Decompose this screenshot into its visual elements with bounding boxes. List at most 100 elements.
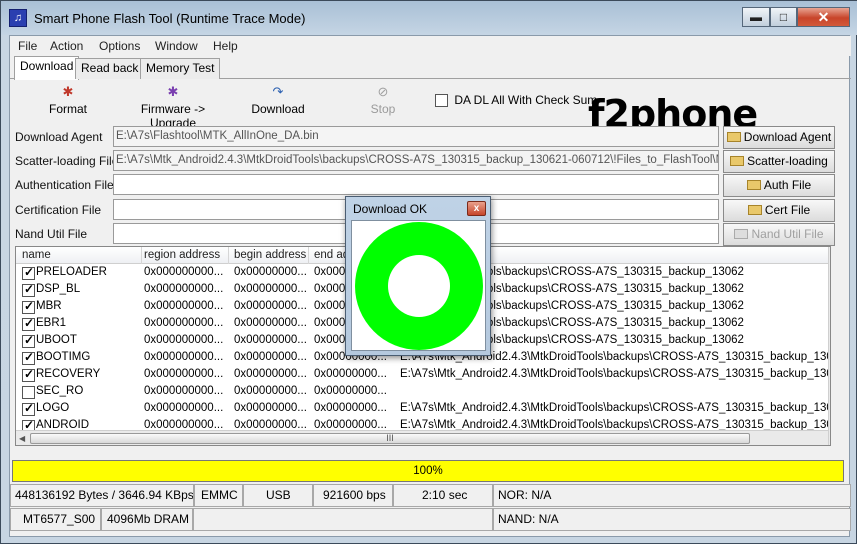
transfer-rate: 448136192 Bytes / 3646.94 KBps: [10, 484, 194, 507]
partition-name: SEC_RO: [36, 385, 84, 397]
row-checkbox[interactable]: [22, 316, 35, 331]
scatter-loading-button-label: Scatter-loading: [747, 154, 828, 168]
folder-icon: [734, 229, 749, 239]
status-bar-bottom: MT6577_S00 4096Mb DRAM NAND: N/A: [10, 508, 851, 531]
folder-icon: [746, 180, 761, 190]
region-address: 0x000000000...: [144, 266, 224, 278]
end-address: 0x00000000...: [314, 368, 387, 380]
folder-icon: [747, 205, 762, 215]
nand-util-button-label: Nand Util File: [751, 227, 824, 241]
column-divider[interactable]: [228, 247, 229, 264]
partition-name: LOGO: [36, 402, 70, 414]
partition-name: MBR: [36, 300, 62, 312]
scatter-loading-label: Scatter-loading File: [15, 154, 119, 168]
column-divider[interactable]: [308, 247, 309, 264]
download-label: Download: [251, 102, 305, 116]
checksum-checkbox[interactable]: [435, 94, 448, 108]
format-button[interactable]: ✱ Format: [48, 84, 88, 116]
minimize-button[interactable]: ▬: [742, 7, 770, 27]
begin-address: 0x00000000...: [234, 300, 307, 312]
column-divider[interactable]: [141, 247, 142, 264]
auth-file-row: Authentication File Auth File: [10, 174, 851, 197]
tab-download[interactable]: Download: [14, 56, 80, 80]
progress-bar: 100%: [12, 460, 844, 482]
tab-memory-test[interactable]: Memory Test: [140, 58, 221, 79]
nand-status: NAND: N/A: [493, 508, 851, 531]
scroll-left-icon[interactable]: ◀: [19, 434, 25, 443]
begin-address: 0x00000000...: [234, 368, 307, 380]
download-agent-row: Download Agent E:\A7s\Flashtool\MTK_AllI…: [10, 126, 851, 149]
row-checkbox[interactable]: [22, 401, 35, 416]
dialog-title: Download OK: [353, 202, 428, 216]
download-agent-button[interactable]: Download Agent: [723, 126, 835, 149]
row-checkbox[interactable]: [22, 299, 35, 314]
status-empty: [193, 508, 493, 531]
dialog-close-button[interactable]: x: [467, 201, 486, 216]
download-ok-dialog: Download OK x: [345, 196, 491, 356]
file-location: E:\A7s\Mtk_Android2.4.3\MtkDroidTools\ba…: [400, 368, 830, 380]
stop-icon: ⊘: [377, 84, 389, 99]
region-address: 0x000000000...: [144, 402, 224, 414]
close-button[interactable]: ✕: [797, 7, 850, 27]
scatter-loading-button[interactable]: Scatter-loading: [723, 150, 835, 173]
begin-address: 0x00000000...: [234, 351, 307, 363]
row-checkbox[interactable]: [22, 367, 35, 382]
column-header[interactable]: end ad: [314, 249, 349, 261]
column-header[interactable]: begin address: [234, 249, 306, 261]
nand-util-label: Nand Util File: [15, 227, 88, 241]
column-header[interactable]: region address: [144, 249, 220, 261]
firmware-upgrade-button[interactable]: ✱ Firmware -> Upgrade: [121, 84, 225, 130]
horizontal-scrollbar[interactable]: ◀ III: [16, 430, 828, 445]
menu-action[interactable]: Action: [50, 39, 83, 53]
row-checkbox[interactable]: [22, 386, 35, 399]
table-row[interactable]: SEC_RO 0x000000000... 0x00000000... 0x00000…: [16, 384, 830, 401]
menu-bar: File Action Options Window Help: [10, 36, 851, 56]
row-checkbox[interactable]: [22, 282, 35, 297]
partition-name: RECOVERY: [36, 368, 101, 380]
vertical-scrollbar[interactable]: ▲ ▼: [828, 247, 830, 445]
cert-file-button[interactable]: Cert File: [723, 199, 835, 222]
scatter-loading-field[interactable]: E:\A7s\Mtk_Android2.4.3\MtkDroidTools\ba…: [113, 150, 719, 171]
nand-util-button[interactable]: Nand Util File: [723, 223, 835, 246]
menu-file[interactable]: File: [18, 39, 37, 53]
region-address: 0x000000000...: [144, 283, 224, 295]
checksum-label: DA DL All With Check Sum: [454, 93, 598, 107]
row-checkbox[interactable]: [22, 265, 35, 280]
app-window: ♫ Smart Phone Flash Tool (Runtime Trace …: [0, 0, 857, 544]
dram-size: 4096Mb DRAM: [101, 508, 193, 531]
horizontal-scroll-thumb[interactable]: III: [30, 433, 750, 444]
baud-rate: 921600 bps: [313, 484, 393, 507]
menu-help[interactable]: Help: [213, 39, 238, 53]
partition-name: DSP_BL: [36, 283, 81, 295]
elapsed-time: 2:10 sec: [393, 484, 493, 507]
auth-file-field[interactable]: [113, 174, 719, 195]
nor-status: NOR: N/A: [493, 484, 851, 507]
region-address: 0x000000000...: [144, 317, 224, 329]
menu-window[interactable]: Window: [155, 39, 198, 53]
partition-name: EBR1: [36, 317, 67, 329]
download-button[interactable]: ↷ Download: [250, 84, 306, 116]
partition-name: BOOTIMG: [36, 351, 91, 363]
region-address: 0x000000000...: [144, 300, 224, 312]
download-agent-field[interactable]: E:\A7s\Flashtool\MTK_AllInOne_DA.bin: [113, 126, 719, 147]
scroll-grip-icon: III: [386, 433, 394, 443]
table-row[interactable]: RECOVERY 0x000000000... 0x00000000... 0x000…: [16, 367, 830, 384]
begin-address: 0x00000000...: [234, 385, 307, 397]
row-checkbox[interactable]: [22, 333, 35, 348]
scatter-loading-row: Scatter-loading File E:\A7s\Mtk_Android2…: [10, 150, 851, 173]
region-address: 0x000000000...: [144, 385, 224, 397]
auth-file-button[interactable]: Auth File: [723, 174, 835, 197]
auth-file-label: Authentication File: [15, 178, 114, 192]
cert-file-button-label: Cert File: [764, 203, 811, 217]
maximize-button[interactable]: □: [770, 7, 797, 27]
row-checkbox[interactable]: [22, 350, 35, 365]
auth-file-button-label: Auth File: [763, 178, 812, 192]
table-row[interactable]: LOGO 0x000000000... 0x00000000... 0x0000000…: [16, 401, 830, 418]
column-header[interactable]: name: [22, 249, 51, 261]
title-bar[interactable]: ♫ Smart Phone Flash Tool (Runtime Trace …: [1, 1, 857, 35]
tab-read-back[interactable]: Read back: [75, 58, 145, 79]
download-agent-button-label: Download Agent: [743, 130, 832, 144]
menu-options[interactable]: Options: [99, 39, 140, 53]
stop-button[interactable]: ⊘ Stop: [367, 84, 399, 116]
checksum-option[interactable]: DA DL All With Check Sum: [435, 93, 598, 108]
